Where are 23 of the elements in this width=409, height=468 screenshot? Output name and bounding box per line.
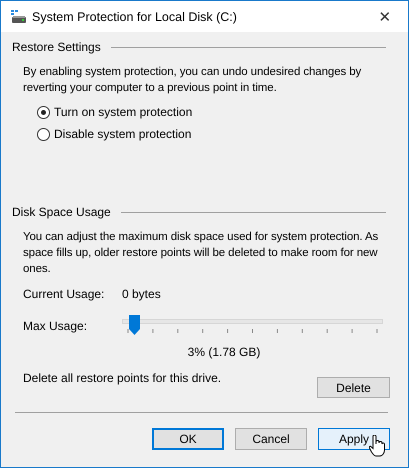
drive-icon [11,10,27,24]
slider-reading: 3% (1.78 GB) [186,345,262,359]
delete-button[interactable]: Delete [317,377,390,398]
dialog-button[interactable]: Apply [318,428,390,450]
group-heading: Restore Settings [12,40,101,54]
max-usage-slider[interactable] [122,315,383,337]
delete-description: Delete all restore points for this drive. [23,371,222,385]
window-title: System Protection for Local Disk (C:) [32,10,238,24]
hand-cursor-icon [369,435,385,457]
description-text: By enabling system protection, you can undo undesired changes by reverting your computer to a previous point in time. [23,65,362,96]
close-button[interactable]: ✕ [362,8,408,26]
dialog-button[interactable]: OK [152,428,224,450]
field-label: Current Usage: [23,287,106,301]
field-value: 0 bytes [122,287,161,301]
radio-label[interactable]: Disable system protection [54,127,192,141]
field-label: Max Usage: [23,319,88,333]
group-heading: Disk Space Usage [12,205,111,219]
radio-label[interactable]: Turn on system protection [54,105,192,119]
slider-thumb[interactable] [129,315,140,335]
radio-button[interactable] [37,106,50,118]
radio-button[interactable] [37,128,50,140]
description-text: You can adjust the maximum disk space used for system protection. As space fills up, older restore points will be deleted to make room for new ones. [23,230,380,277]
dialog-button[interactable]: Cancel [235,428,307,450]
